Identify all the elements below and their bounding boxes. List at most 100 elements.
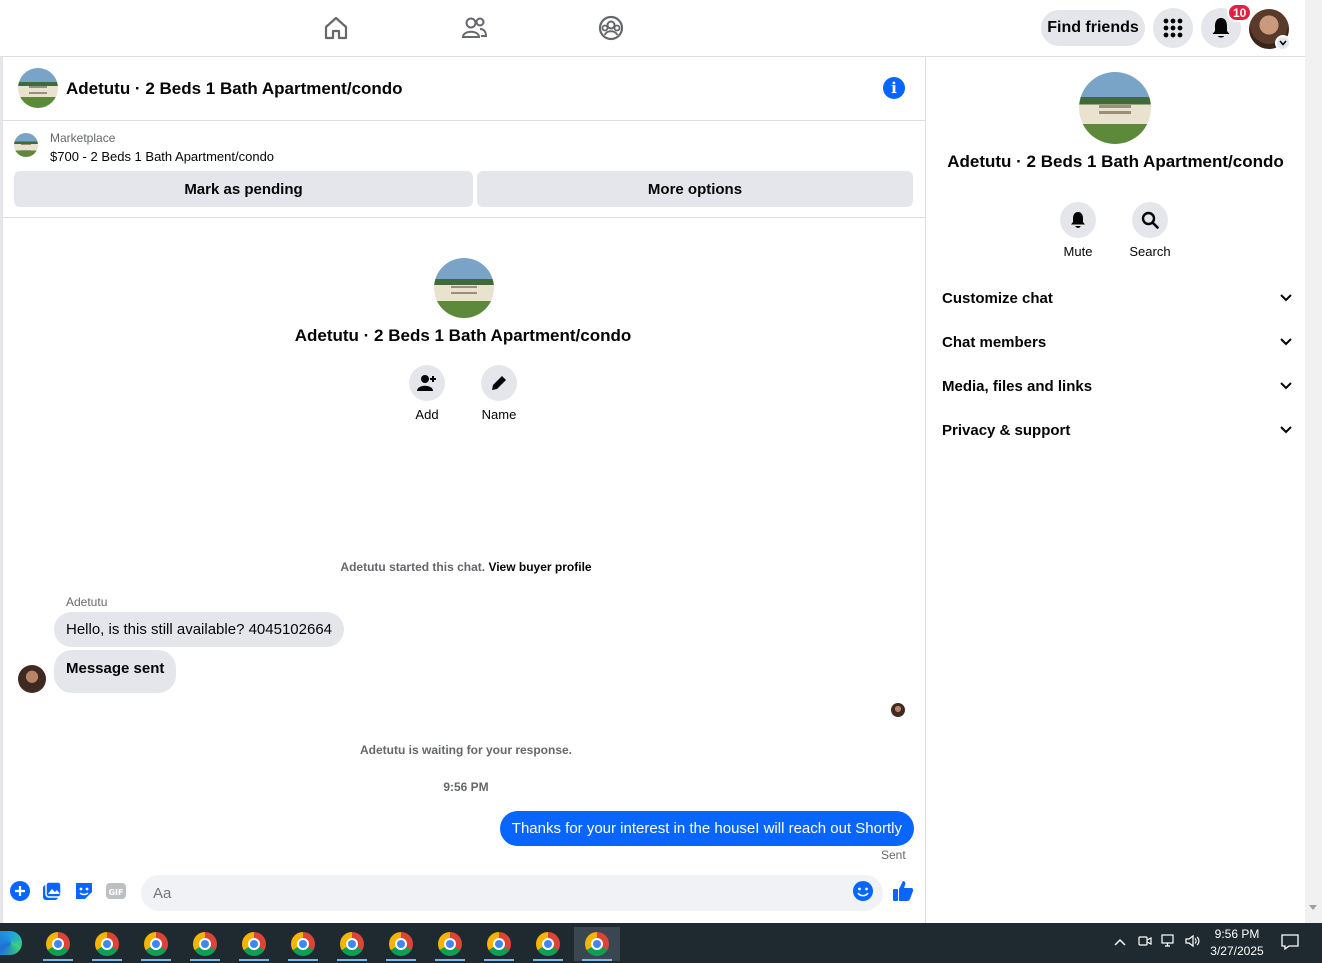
chat-started-notice: Adetutu started this chat. View buyer pr… xyxy=(3,560,929,574)
chrome-icon xyxy=(389,932,413,956)
meet-now-icon[interactable] xyxy=(1138,934,1152,951)
info-icon[interactable]: i xyxy=(883,77,905,99)
search-chat-button[interactable]: Search xyxy=(1120,202,1180,259)
chrome-taskbar-button[interactable] xyxy=(231,927,277,961)
edge-icon[interactable] xyxy=(0,931,22,955)
notification-badge: 10 xyxy=(1227,3,1253,22)
listing-avatar[interactable] xyxy=(18,68,58,108)
incoming-message[interactable]: Hello, is this still available? 40451026… xyxy=(54,612,345,647)
chat-info-panel: Adetutu · 2 Beds 1 Bath Apartment/condo … xyxy=(926,57,1305,923)
sender-name: Adetutu xyxy=(66,595,108,609)
chrome-icon xyxy=(585,932,609,956)
chrome-taskbar-button[interactable] xyxy=(427,927,473,961)
add-person-icon xyxy=(417,375,436,391)
chrome-taskbar-button[interactable] xyxy=(525,927,571,961)
page-scrollbar[interactable] xyxy=(1305,0,1322,923)
chevron-down-icon[interactable] xyxy=(1275,35,1291,51)
notification-center-icon[interactable] xyxy=(1281,933,1299,954)
home-icon[interactable] xyxy=(322,14,350,42)
top-navigation: Find friends 10 xyxy=(0,0,1305,57)
info-panel-avatar xyxy=(1079,72,1151,144)
find-friends-button[interactable]: Find friends xyxy=(1041,10,1145,46)
chevron-up-icon[interactable] xyxy=(1114,934,1126,949)
svg-text:GIF: GIF xyxy=(108,888,123,897)
section-label: Media, files and links xyxy=(942,377,1093,395)
view-buyer-profile-link[interactable]: View buyer profile xyxy=(488,560,591,574)
chrome-taskbar-button[interactable] xyxy=(182,927,228,961)
listing-price-title[interactable]: $700 - 2 Beds 1 Bath Apartment/condo xyxy=(50,149,274,164)
marketplace-banner: Marketplace $700 - 2 Beds 1 Bath Apartme… xyxy=(3,122,926,218)
sender-avatar[interactable] xyxy=(18,665,46,693)
info-panel-title: Adetutu · 2 Beds 1 Bath Apartment/condo xyxy=(947,152,1284,171)
privacy-support-section[interactable]: Privacy & support xyxy=(942,418,1292,442)
chrome-icon xyxy=(291,932,315,956)
customize-chat-section[interactable]: Customize chat xyxy=(942,286,1292,310)
add-people-button[interactable]: Add xyxy=(397,365,457,422)
section-label: Chat members xyxy=(942,333,1047,351)
volume-icon[interactable] xyxy=(1185,934,1201,951)
chrome-icon xyxy=(46,932,70,956)
message-input[interactable] xyxy=(141,875,883,911)
chrome-taskbar-button[interactable] xyxy=(476,927,522,961)
search-icon xyxy=(1141,211,1159,229)
chrome-taskbar-button[interactable] xyxy=(35,927,81,961)
chrome-icon xyxy=(487,932,511,956)
mute-button[interactable]: Mute xyxy=(1048,202,1108,259)
chrome-icon xyxy=(340,932,364,956)
emoji-icon[interactable] xyxy=(852,880,874,902)
bell-icon xyxy=(1071,212,1085,228)
chrome-icon xyxy=(95,932,119,956)
intro-avatar xyxy=(434,258,494,318)
windows-taskbar: 9:56 PM 3/27/2025 xyxy=(0,923,1322,963)
chevron-down-icon xyxy=(1280,426,1292,434)
scroll-down-arrow[interactable] xyxy=(1309,905,1317,910)
plus-circle-icon[interactable] xyxy=(9,880,31,902)
chrome-taskbar-button[interactable] xyxy=(378,927,424,961)
messenger-window: Find friends 10 Adetutu · 2 Beds 1 Bath … xyxy=(0,0,1322,923)
photo-icon[interactable] xyxy=(41,880,63,902)
listing-thumbnail[interactable] xyxy=(14,133,38,157)
started-text: Adetutu started this chat. xyxy=(340,560,486,574)
name-chat-button[interactable]: Name xyxy=(469,365,529,422)
chevron-down-icon xyxy=(1280,382,1292,390)
network-icon[interactable] xyxy=(1161,934,1177,951)
outgoing-message[interactable]: Thanks for your interest in the houseI w… xyxy=(499,811,914,846)
chat-members-section[interactable]: Chat members xyxy=(942,330,1292,354)
sticker-icon[interactable] xyxy=(73,880,95,902)
chat-header: Adetutu · 2 Beds 1 Bath Apartment/condo … xyxy=(3,57,926,121)
chat-title[interactable]: Adetutu · 2 Beds 1 Bath Apartment/condo xyxy=(66,79,403,99)
taskbar-clock[interactable]: 9:56 PM 3/27/2025 xyxy=(1207,926,1267,960)
more-options-button[interactable]: More options xyxy=(477,171,913,207)
clock-time: 9:56 PM xyxy=(1214,927,1260,941)
chrome-taskbar-button[interactable] xyxy=(329,927,375,961)
section-label: Customize chat xyxy=(942,289,1053,307)
read-receipt-avatar xyxy=(891,703,905,717)
mute-label: Mute xyxy=(1063,244,1093,259)
chrome-icon xyxy=(438,932,462,956)
bell-icon xyxy=(1212,18,1230,38)
chevron-down-icon xyxy=(1280,338,1292,346)
message-composer: GIF xyxy=(3,870,926,923)
chrome-taskbar-button[interactable] xyxy=(84,927,130,961)
chrome-icon xyxy=(144,932,168,956)
message-timestamp: 9:56 PM xyxy=(443,780,489,794)
waiting-notice: Adetutu is waiting for your response. xyxy=(359,743,573,757)
incoming-message[interactable]: Message sent xyxy=(54,650,177,693)
mark-pending-button[interactable]: Mark as pending xyxy=(14,171,473,207)
clock-date: 3/27/2025 xyxy=(1210,944,1264,958)
media-files-links-section[interactable]: Media, files and links xyxy=(942,374,1292,398)
section-label: Privacy & support xyxy=(942,421,1071,439)
chrome-icon xyxy=(193,932,217,956)
sent-status: Sent xyxy=(881,848,906,862)
chrome-taskbar-button[interactable] xyxy=(280,927,326,961)
chrome-taskbar-button-active[interactable] xyxy=(574,927,620,961)
menu-grid-icon xyxy=(1163,18,1183,38)
menu-grid-button[interactable] xyxy=(1153,8,1193,48)
chrome-taskbar-button[interactable] xyxy=(133,927,179,961)
intro-title: Adetutu · 2 Beds 1 Bath Apartment/condo xyxy=(294,326,632,345)
groups-icon[interactable] xyxy=(597,14,625,42)
pencil-icon xyxy=(492,376,506,390)
gif-icon[interactable]: GIF xyxy=(105,880,127,902)
thumbs-up-icon[interactable] xyxy=(891,879,915,903)
friends-icon[interactable] xyxy=(460,14,488,42)
